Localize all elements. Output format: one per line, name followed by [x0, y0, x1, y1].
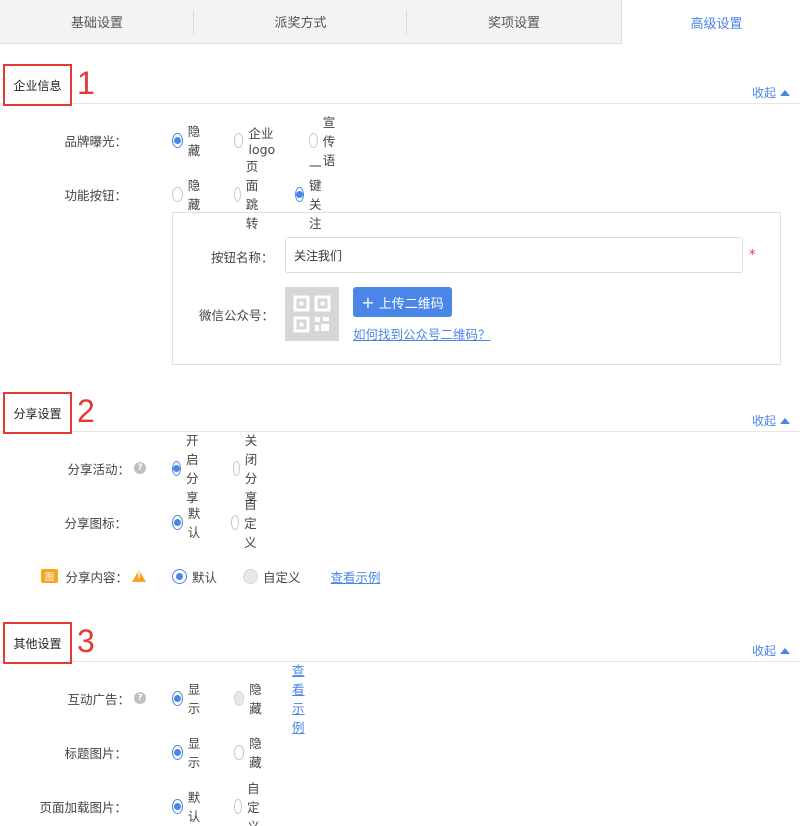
- radio-title-img-hide[interactable]: 隐藏: [233, 733, 267, 771]
- required-mark: *: [749, 248, 756, 263]
- section-title: 其他设置: [3, 622, 72, 664]
- collapse-label: 收起: [751, 644, 776, 658]
- upload-qr-button[interactable]: + 上传二维码: [353, 287, 452, 317]
- field-label: 标题图片：: [64, 745, 127, 761]
- radio-loading-default[interactable]: 默认: [172, 787, 205, 825]
- tab-basic-settings[interactable]: 基础设置: [0, 0, 194, 44]
- tab-prize-settings[interactable]: 奖项设置: [407, 0, 621, 44]
- section-header-other: 其他设置 3 收起: [0, 622, 800, 664]
- collapse-toggle[interactable]: 收起: [752, 412, 790, 429]
- collapse-label: 收起: [751, 414, 776, 428]
- radio-ads-hide[interactable]: 隐藏: [233, 679, 267, 717]
- section-header-share: 分享设置 2 收起: [0, 392, 800, 434]
- share-content-row: 图 分享内容： 默认 自定义 查看示例: [0, 564, 811, 588]
- tab-label: 派奖方式: [274, 16, 327, 31]
- upload-label: 上传二维码: [378, 296, 444, 312]
- collapse-toggle[interactable]: 收起: [752, 642, 790, 659]
- annotation-number: 1: [77, 65, 95, 101]
- tab-advanced-settings[interactable]: 高级设置: [621, 0, 811, 44]
- annotation-number: 2: [77, 393, 95, 429]
- help-icon[interactable]: ?: [134, 462, 146, 474]
- plus-icon: +: [361, 292, 375, 312]
- button-name-input[interactable]: [285, 237, 743, 273]
- field-label: 互动广告：: [67, 691, 130, 707]
- tab-label: 高级设置: [690, 16, 743, 32]
- section-header-company: 企业信息 1 收起: [0, 64, 800, 106]
- help-icon[interactable]: ?: [134, 692, 146, 704]
- field-label: 分享图标：: [64, 515, 127, 531]
- collapse-toggle[interactable]: 收起: [752, 84, 790, 101]
- caret-up-icon: [780, 417, 790, 424]
- wechat-label: 微信公众号：: [199, 308, 275, 323]
- ads-example-link[interactable]: 查看示例: [292, 660, 305, 736]
- caret-up-icon: [780, 89, 790, 96]
- button-name-label: 按钮名称：: [211, 250, 274, 265]
- field-label: 功能按钮：: [64, 187, 127, 203]
- field-label: 页面加载图片：: [39, 799, 127, 815]
- radio-brand-logo[interactable]: 企业logo: [233, 123, 281, 157]
- field-label: 品牌曝光：: [64, 133, 127, 149]
- radio-loading-custom[interactable]: 自定义: [233, 778, 267, 826]
- annotation-number: 3: [77, 623, 95, 659]
- radio-share-on[interactable]: 开启分享: [172, 430, 205, 506]
- radio-share-content-default[interactable]: 默认: [172, 567, 217, 586]
- section-title: 分享设置: [3, 392, 72, 434]
- radio-brand-hide[interactable]: 隐藏: [172, 121, 205, 159]
- collapse-label: 收起: [751, 86, 776, 100]
- radio-ads-show[interactable]: 显示: [172, 679, 205, 717]
- radio-func-hide[interactable]: 隐藏: [172, 175, 205, 213]
- radio-share-icon-default[interactable]: 默认: [172, 503, 205, 541]
- tab-award-method[interactable]: 派奖方式: [194, 0, 407, 44]
- radio-title-img-show[interactable]: 显示: [172, 733, 205, 771]
- tab-bar: 基础设置 派奖方式 奖项设置 高级设置: [0, 0, 811, 44]
- follow-settings-panel: 按钮名称： * 微信公众号： +上传二维码 如何找到公众号二维码？: [172, 212, 781, 365]
- tab-label: 基础设置: [70, 16, 123, 31]
- qr-code-icon: [293, 295, 331, 333]
- section-title: 企业信息: [3, 64, 72, 106]
- field-label: 分享内容：: [65, 569, 128, 585]
- radio-share-content-custom[interactable]: 自定义: [243, 567, 301, 586]
- field-label: 分享活动：: [67, 461, 130, 477]
- radio-share-icon-custom[interactable]: 自定义: [230, 494, 264, 551]
- share-example-link[interactable]: 查看示例: [331, 567, 381, 586]
- qr-help-link[interactable]: 如何找到公众号二维码？: [353, 324, 491, 343]
- tab-label: 奖项设置: [487, 16, 540, 31]
- caret-up-icon: [780, 647, 790, 654]
- warning-icon[interactable]: [132, 570, 146, 582]
- qr-code-placeholder: [285, 287, 339, 341]
